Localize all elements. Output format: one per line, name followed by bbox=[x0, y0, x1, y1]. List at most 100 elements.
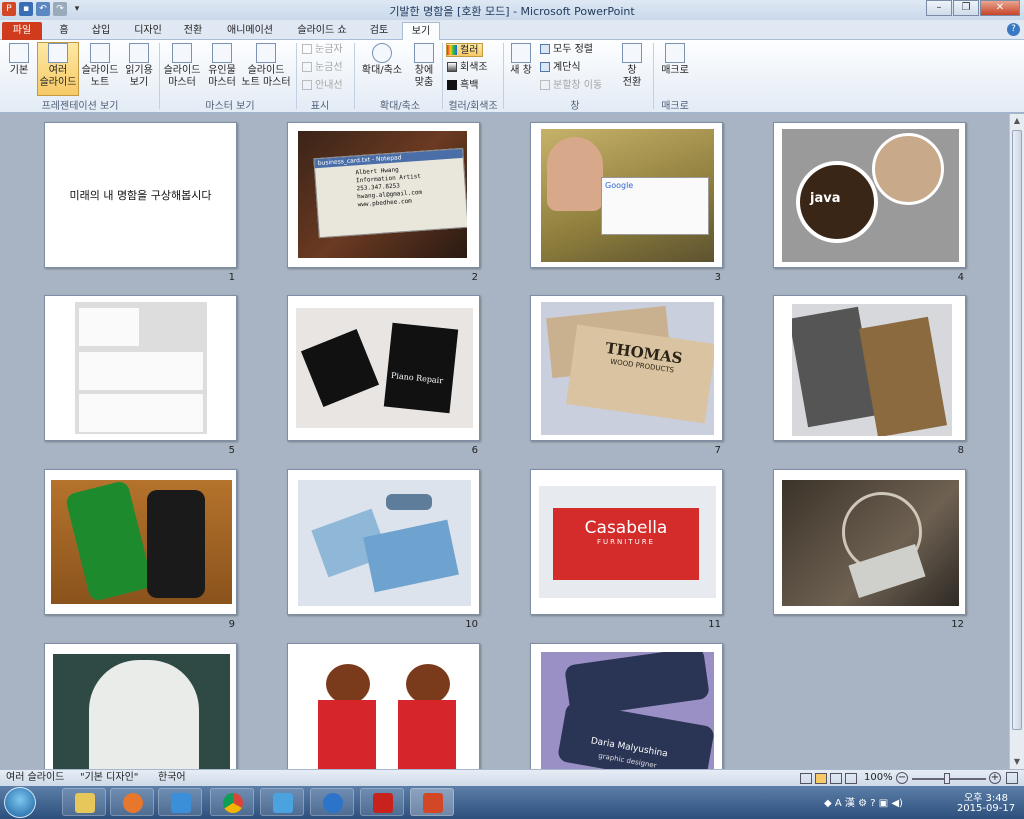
guides-checkbox[interactable]: 안내선 bbox=[302, 79, 343, 93]
slide-thumbnail[interactable]: business_card.txt - Notepad Albert Hwang… bbox=[287, 122, 480, 268]
tab-view[interactable]: 보기 bbox=[402, 22, 440, 40]
group-label-show: 표시 bbox=[310, 101, 330, 112]
reading-view-button[interactable]: 읽기용 보기 bbox=[121, 43, 157, 93]
reading-view-icon[interactable] bbox=[830, 773, 842, 784]
taskbar-media-player[interactable] bbox=[110, 788, 154, 816]
handout-master-button[interactable]: 유인물 마스터 bbox=[204, 43, 240, 93]
slide-thumbnail[interactable] bbox=[773, 295, 966, 441]
slide-thumbnail[interactable]: THOMAS WOOD PRODUCTS bbox=[530, 295, 723, 441]
piano-repair-card: Piano Repair bbox=[383, 322, 459, 414]
slide-number: 3 bbox=[714, 272, 721, 283]
slide-thumbnail[interactable]: Piano Repair bbox=[287, 295, 480, 441]
slide-number: 2 bbox=[471, 272, 478, 283]
lens-card bbox=[64, 480, 154, 603]
slide-thumbnail[interactable] bbox=[44, 643, 237, 769]
tab-design[interactable]: 디자인 bbox=[128, 22, 168, 40]
scroll-down-icon[interactable]: ▼ bbox=[1010, 755, 1024, 769]
slide-sorter-button[interactable]: 여러 슬라이드 bbox=[37, 42, 79, 96]
start-button[interactable] bbox=[4, 787, 36, 818]
taskbar-explorer[interactable] bbox=[62, 788, 106, 816]
tab-insert[interactable]: 삽입 bbox=[86, 22, 116, 40]
slide-number: 11 bbox=[708, 619, 721, 630]
slideshow-icon[interactable] bbox=[845, 773, 857, 784]
notes-page-button[interactable]: 슬라이드 노트 bbox=[80, 43, 120, 93]
fit-to-window-button[interactable]: 창에 맞춤 bbox=[408, 43, 440, 93]
grayscale-button[interactable]: 회색조 bbox=[447, 61, 488, 75]
help-icon[interactable]: ? bbox=[1007, 23, 1020, 36]
slide-thumbnail[interactable]: Casabella FURNITURE bbox=[530, 469, 723, 615]
card-shape bbox=[79, 394, 203, 432]
ribbon-tabs: 파일 홈 삽입 디자인 전환 애니메이션 슬라이드 쇼 검토 보기 bbox=[0, 20, 1024, 40]
arrange-all-button[interactable]: 모두 정렬 bbox=[540, 43, 593, 57]
group-label-macro: 매크로 bbox=[661, 101, 689, 112]
clock-time[interactable]: 오후 3:48 bbox=[954, 789, 1018, 804]
scroll-up-icon[interactable]: ▲ bbox=[1010, 114, 1024, 128]
app-icon bbox=[273, 793, 293, 813]
slide-thumbnail[interactable] bbox=[287, 643, 480, 769]
tray-icons[interactable]: ◆ A 漢 ⚙ ? ▣ ◀) bbox=[824, 794, 944, 809]
close-button[interactable]: ✕ bbox=[980, 0, 1020, 16]
zoom-in-icon[interactable]: + bbox=[989, 772, 1001, 784]
tab-file[interactable]: 파일 bbox=[2, 22, 42, 40]
slide-sorter-icon[interactable] bbox=[815, 773, 827, 784]
checkbox-icon bbox=[302, 62, 312, 72]
slide-number: 9 bbox=[228, 619, 235, 630]
restore-button[interactable]: ❐ bbox=[953, 0, 979, 16]
lego-head bbox=[326, 664, 370, 704]
slide-thumbnail[interactable] bbox=[44, 469, 237, 615]
taskbar-ie-alt[interactable] bbox=[158, 788, 202, 816]
color-button[interactable]: 컬러 bbox=[446, 43, 484, 57]
normal-view-button[interactable]: 기본 bbox=[3, 43, 35, 93]
macros-button[interactable]: 매크로 bbox=[657, 43, 693, 93]
tab-transitions[interactable]: 전환 bbox=[178, 22, 208, 40]
taskbar-powerpoint[interactable] bbox=[410, 788, 454, 816]
scroll-thumb[interactable] bbox=[1012, 130, 1022, 730]
ruler-checkbox[interactable]: 눈금자 bbox=[302, 43, 343, 57]
slide-thumbnail[interactable]: Google bbox=[530, 122, 723, 268]
status-theme: "기본 디자인" bbox=[80, 772, 139, 783]
taskbar-chrome[interactable] bbox=[210, 788, 254, 816]
fit-slide-icon[interactable] bbox=[1006, 772, 1018, 784]
slide-thumbnail[interactable]: java bbox=[773, 122, 966, 268]
black-white-button[interactable]: 흑백 bbox=[447, 79, 478, 93]
casabella-card: Casabella FURNITURE bbox=[553, 508, 699, 580]
zoom-slider-thumb[interactable] bbox=[944, 773, 950, 784]
slide-photo bbox=[782, 480, 959, 606]
switch-windows-button[interactable]: 창 전환 bbox=[616, 43, 648, 93]
move-split-button[interactable]: 분할창 이동 bbox=[540, 79, 602, 93]
slide-thumbnail[interactable] bbox=[287, 469, 480, 615]
folder-icon bbox=[75, 793, 95, 813]
minimize-button[interactable]: – bbox=[926, 0, 952, 16]
tab-home[interactable]: 홈 bbox=[52, 22, 76, 40]
cascade-button[interactable]: 계단식 bbox=[540, 61, 581, 75]
slide-thumbnail[interactable]: 미래의 내 명함을 구상해봅시다 bbox=[44, 122, 237, 268]
clock-date[interactable]: 2015-09-17 bbox=[954, 803, 1018, 814]
slide-thumbnail[interactable] bbox=[44, 295, 237, 441]
lego-figure bbox=[398, 700, 456, 769]
taskbar-acrobat[interactable] bbox=[360, 788, 404, 816]
taskbar-ie[interactable] bbox=[310, 788, 354, 816]
tab-animations[interactable]: 애니메이션 bbox=[220, 22, 280, 40]
taskbar-app[interactable] bbox=[260, 788, 304, 816]
new-window-button[interactable]: 새 창 bbox=[506, 43, 536, 93]
vertical-scrollbar[interactable]: ▲ ▼ bbox=[1009, 114, 1024, 769]
gridlines-checkbox[interactable]: 눈금선 bbox=[302, 61, 343, 75]
zoom-level[interactable]: 100% bbox=[864, 770, 893, 786]
status-language[interactable]: 한국어 bbox=[158, 770, 186, 786]
normal-view-icon[interactable] bbox=[800, 773, 812, 784]
zoom-button[interactable]: 확대/축소 bbox=[358, 43, 406, 93]
notes-master-icon bbox=[256, 43, 276, 63]
slide-thumbnail[interactable]: Daria Malyushina graphic designer bbox=[530, 643, 723, 769]
notes-master-button[interactable]: 슬라이드 노트 마스터 bbox=[240, 43, 292, 93]
slide-photo bbox=[298, 480, 471, 606]
tab-review[interactable]: 검토 bbox=[364, 22, 394, 40]
zoom-out-icon[interactable]: − bbox=[896, 772, 908, 784]
group-label-color: 컬러/회색조 bbox=[448, 101, 498, 112]
card-shape bbox=[79, 352, 203, 390]
slide-number: 12 bbox=[951, 619, 964, 630]
internet-explorer-icon bbox=[323, 793, 343, 813]
tag-card: Daria Malyushina graphic designer bbox=[556, 701, 714, 769]
tab-slideshow[interactable]: 슬라이드 쇼 bbox=[290, 22, 354, 40]
slide-thumbnail[interactable] bbox=[773, 469, 966, 615]
slide-master-button[interactable]: 슬라이드 마스터 bbox=[162, 43, 202, 93]
